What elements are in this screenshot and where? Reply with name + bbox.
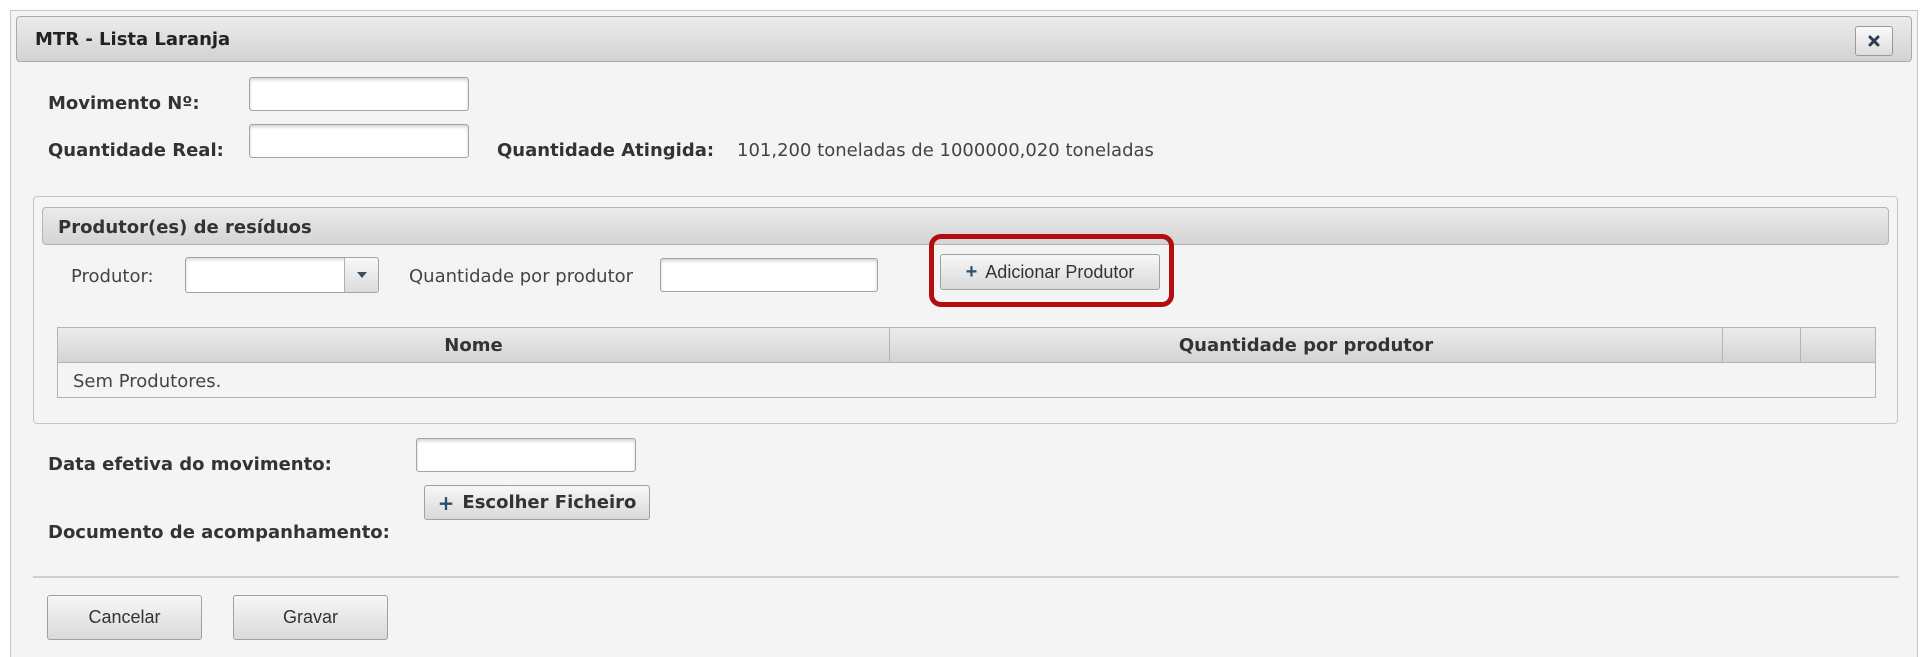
cancel-button-label: Cancelar bbox=[88, 607, 161, 627]
produtores-legend-title: Produtor(es) de resíduos bbox=[58, 217, 312, 238]
escolher-ficheiro-label: Escolher Ficheiro bbox=[462, 492, 637, 513]
quantidade-atingida-label: Quantidade Atingida: bbox=[497, 140, 715, 161]
footer-divider bbox=[33, 576, 1899, 578]
dialog-titlebar: MTR - Lista Laranja bbox=[16, 16, 1912, 62]
column-header-action-2 bbox=[1801, 328, 1877, 362]
close-button[interactable] bbox=[1855, 26, 1893, 56]
produtor-dropdown-button[interactable] bbox=[344, 258, 378, 292]
quantidade-real-label: Quantidade Real: bbox=[48, 140, 224, 161]
column-header-nome[interactable]: Nome bbox=[58, 328, 890, 362]
documento-label: Documento de acompanhamento: bbox=[48, 522, 390, 543]
save-button[interactable]: Gravar bbox=[233, 595, 388, 640]
movimento-input[interactable] bbox=[249, 77, 469, 111]
highlight-annotation bbox=[929, 234, 1174, 307]
cancel-button[interactable]: Cancelar bbox=[47, 595, 202, 640]
chevron-down-icon bbox=[356, 272, 367, 278]
produtor-label: Produtor: bbox=[71, 266, 154, 287]
mtr-dialog: MTR - Lista Laranja Movimento Nº: Quanti… bbox=[10, 10, 1918, 657]
table-empty-message: Sem Produtores. bbox=[73, 371, 222, 392]
data-efetiva-input[interactable] bbox=[416, 438, 636, 472]
escolher-ficheiro-button[interactable]: + Escolher Ficheiro bbox=[424, 485, 650, 520]
quantidade-por-produtor-input[interactable] bbox=[660, 258, 878, 292]
data-efetiva-label: Data efetiva do movimento: bbox=[48, 454, 332, 475]
plus-icon: + bbox=[437, 490, 455, 515]
produtores-table: Nome Quantidade por produtor Sem Produto… bbox=[57, 327, 1876, 398]
column-header-action-1 bbox=[1723, 328, 1801, 362]
movimento-label: Movimento Nº: bbox=[48, 93, 200, 114]
produtor-select[interactable] bbox=[185, 257, 379, 293]
save-button-label: Gravar bbox=[282, 607, 338, 627]
quantidade-real-input[interactable] bbox=[249, 124, 469, 158]
quantidade-atingida-value: 101,200 toneladas de 1000000,020 tonelad… bbox=[737, 140, 1154, 161]
dialog-title: MTR - Lista Laranja bbox=[35, 29, 231, 50]
close-icon bbox=[1868, 35, 1880, 47]
table-header: Nome Quantidade por produtor bbox=[58, 328, 1875, 363]
column-header-quantidade[interactable]: Quantidade por produtor bbox=[890, 328, 1723, 362]
quantidade-por-produtor-label: Quantidade por produtor bbox=[409, 266, 634, 287]
produtores-fieldset: Produtor(es) de resíduos Produtor: Quant… bbox=[33, 196, 1898, 424]
